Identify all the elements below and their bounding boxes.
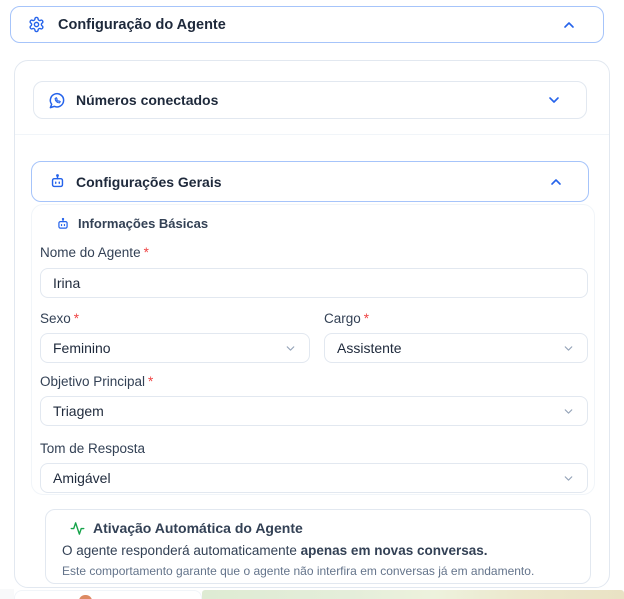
activity-pulse-icon	[70, 521, 85, 536]
general-settings-title: Configurações Gerais	[76, 173, 222, 190]
chevron-down-icon	[562, 472, 575, 485]
chevron-down-icon	[562, 405, 575, 418]
agent-config-panel: Números conectados Configurações Gerais	[14, 60, 610, 588]
gear-icon	[28, 16, 45, 33]
general-settings-accordion-header[interactable]: Configurações Gerais	[31, 161, 589, 202]
basic-info-title: Informações Básicas	[78, 216, 209, 231]
peek-icon	[79, 595, 92, 599]
chevron-down-icon	[562, 342, 575, 355]
peek-banner	[202, 590, 624, 599]
agent-name-input[interactable]	[40, 268, 588, 298]
sex-select[interactable]: Feminino	[40, 333, 310, 363]
robot-icon	[49, 173, 66, 190]
connected-numbers-title: Números conectados	[76, 92, 219, 108]
next-section-peek	[0, 589, 624, 599]
auto-activation-card: Ativação Automática do Agente O agente r…	[45, 509, 591, 584]
peek-card	[14, 590, 202, 599]
chevron-up-icon	[548, 174, 564, 190]
objective-select[interactable]: Triagem	[40, 396, 588, 426]
agent-config-accordion-header[interactable]: Configuração do Agente	[10, 6, 604, 43]
objective-label: Objetivo Principal *	[40, 374, 154, 389]
basic-info-section-label: Informações Básicas	[48, 216, 208, 231]
chevron-up-icon	[561, 17, 577, 33]
section-divider	[15, 134, 609, 135]
page-gutter	[0, 589, 14, 599]
agent-configuration-page: Configuração do Agente Números conectado…	[0, 0, 624, 599]
robot-icon	[56, 217, 70, 231]
sex-label: Sexo *	[40, 311, 80, 326]
agent-name-label: Nome do Agente *	[40, 245, 149, 260]
basic-info-card: Informações Básicas Nome do Agente* Sexo…	[31, 204, 595, 495]
tone-label: Tom de Resposta	[40, 441, 146, 456]
auto-activation-title: Ativação Automática do Agente	[93, 520, 303, 536]
role-label: Cargo *	[324, 311, 370, 326]
whatsapp-icon	[48, 91, 67, 110]
tone-select[interactable]: Amigável	[40, 463, 588, 493]
role-select[interactable]: Assistente	[324, 333, 588, 363]
chevron-down-icon	[284, 342, 297, 355]
auto-activation-description: O agente responderá automaticamente apen…	[62, 543, 488, 558]
auto-activation-header: Ativação Automática do Agente	[62, 520, 574, 536]
connected-numbers-accordion-header[interactable]: Números conectados	[33, 81, 587, 119]
agent-config-title: Configuração do Agente	[58, 16, 226, 33]
auto-activation-note: Este comportamento garante que o agente …	[62, 564, 535, 578]
chevron-down-icon	[546, 92, 562, 108]
